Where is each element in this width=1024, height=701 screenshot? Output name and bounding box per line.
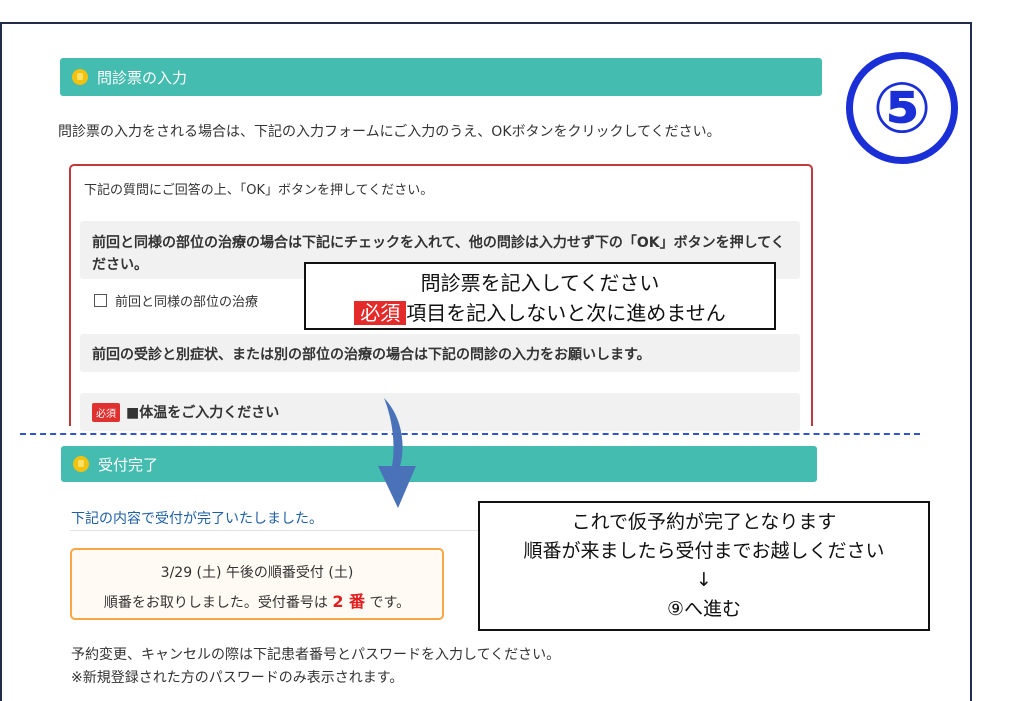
step-badge: ⑤: [846, 52, 958, 164]
same-site-checkbox[interactable]: 前回と同様の部位の治療: [94, 291, 258, 310]
section-header-questionnaire: 問診票の入力: [60, 58, 822, 96]
form-intro: 下記の質問にご回答の上、「OK」ボタンを押してください。: [84, 183, 434, 198]
reservation-summary: 3/29 (土) 午後の順番受付 (土) 順番をお取りしました。受付番号は 2 …: [70, 548, 444, 620]
number-suffix: です。: [369, 595, 411, 611]
callout2-arrow: ↓: [696, 569, 712, 591]
cube-icon: [72, 69, 88, 85]
callout2-line3: ⑨へ進む: [666, 598, 742, 620]
callout-line2: 項目を記入しないと次に進めません: [406, 301, 726, 325]
callout-fill-questionnaire: 問診票を記入してください 必須 項目を記入しないと次に進めません: [304, 262, 776, 330]
change-note: 予約変更、キャンセルの際は下記患者番号とパスワードを入力してください。: [71, 647, 561, 663]
notice-different: 前回の受診と別症状、または別の部位の治療の場合は下記の問診の入力をお願いします。: [80, 334, 800, 372]
required-badge: 必須: [92, 403, 120, 422]
section-title: 受付完了: [98, 455, 159, 474]
notice-different-text: 前回の受診と別症状、または別の部位の治療の場合は下記の問診の入力をお願いします。: [92, 347, 651, 363]
section-header-complete: 受付完了: [61, 446, 817, 482]
reservation-line: 3/29 (土) 午後の順番受付 (土): [160, 565, 354, 581]
callout2-line2: 順番が来ましたら受付までお越しください: [523, 540, 885, 562]
completion-message: 下記の内容で受付が完了いたしました。: [71, 511, 323, 527]
callout-required: 必須: [354, 301, 407, 325]
cube-icon: [73, 456, 89, 472]
callout-line1: 問診票を記入してください: [420, 271, 660, 295]
section-divider: [20, 433, 920, 435]
divider: [70, 530, 480, 531]
question-temperature-label: ■体温をご入力ください: [126, 405, 280, 421]
callout-reservation-done: これで仮予約が完了となります 順番が来ましたら受付までお越しください ↓ ⑨へ進…: [478, 501, 930, 631]
question-temperature: 必須 ■体温をご入力ください: [80, 393, 800, 431]
checkbox-box[interactable]: [94, 294, 107, 307]
reception-number: 2 番: [332, 592, 366, 611]
down-arrow-icon: [378, 398, 416, 508]
number-prefix: 順番をお取りしました。受付番号は: [103, 595, 328, 611]
questionnaire-intro: 問診票の入力をされる場合は、下記の入力フォームにご入力のうえ、OKボタンをクリッ…: [58, 124, 721, 140]
section-title: 問診票の入力: [97, 68, 188, 87]
password-note: ※新規登録された方のパスワードのみ表示されます。: [71, 670, 404, 686]
callout2-line1: これで仮予約が完了となります: [571, 511, 837, 533]
checkbox-label: 前回と同様の部位の治療: [115, 295, 259, 310]
